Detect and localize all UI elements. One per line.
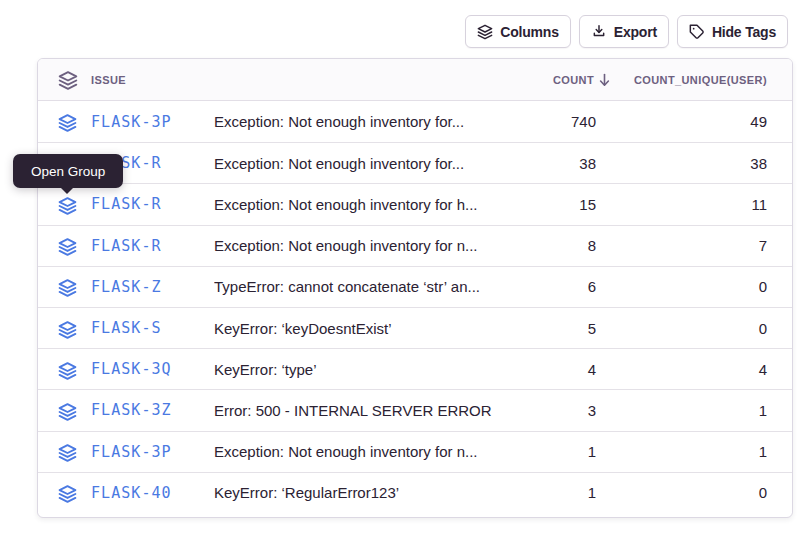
count-value: 6 [496, 278, 596, 295]
issue-message: Exception: Not enough inventory for... [214, 113, 496, 130]
count-unique-value: 1 [596, 402, 792, 419]
issue-message: Exception: Not enough inventory for n... [214, 237, 496, 254]
count-value: 1 [496, 484, 596, 501]
count-value: 15 [496, 196, 596, 213]
count-value: 4 [496, 361, 596, 378]
count-unique-value: 0 [596, 484, 792, 501]
column-header-count-unique[interactable]: COUNT_UNIQUE(USER) [596, 74, 792, 86]
issue-message: Exception: Not enough inventory for n... [214, 443, 496, 460]
toolbar: Columns Export Hide Tags [465, 15, 788, 48]
issue-link[interactable]: FLASK-S [91, 319, 162, 337]
tooltip-arrow [61, 188, 73, 194]
table-row: FLASK-S KeyError: ‘keyDoesntExist’ 5 0 [38, 307, 792, 348]
count-value: 38 [496, 155, 596, 172]
stack-icon [58, 279, 77, 298]
hide-tags-button[interactable]: Hide Tags [677, 15, 788, 48]
issue-message: Exception: Not enough inventory for... [214, 155, 496, 172]
tag-icon [689, 24, 705, 40]
open-group-button[interactable] [58, 319, 77, 338]
export-button[interactable]: Export [579, 15, 669, 48]
table-body: FLASK-3P Exception: Not enough inventory… [38, 101, 792, 513]
count-header-label: COUNT [553, 74, 594, 86]
issue-link[interactable]: FLASK-R [91, 237, 162, 255]
count-unique-value: 38 [596, 155, 792, 172]
table-row: FLASK-R Exception: Not enough inventory … [38, 142, 792, 183]
issue-message: Error: 500 - INTERNAL SERVER ERROR [214, 402, 496, 419]
stack-icon [58, 70, 78, 90]
open-group-button[interactable] [58, 483, 77, 502]
issues-table: ISSUE COUNT COUNT_UNIQUE(USER) [37, 58, 793, 518]
table-row: FLASK-3P Exception: Not enough inventory… [38, 431, 792, 472]
column-header-issue[interactable]: ISSUE [91, 74, 214, 86]
table-row: FLASK-R Exception: Not enough inventory … [38, 183, 792, 224]
open-group-button[interactable] [58, 112, 77, 131]
open-group-button[interactable] [58, 442, 77, 461]
open-group-button[interactable] [58, 195, 77, 214]
issue-message: Exception: Not enough inventory for h... [214, 196, 496, 213]
stack-icon [58, 402, 77, 421]
column-header-count[interactable]: COUNT [496, 73, 596, 87]
count-value: 1 [496, 443, 596, 460]
page: Columns Export Hide Tags [0, 0, 807, 538]
download-icon [591, 24, 607, 40]
table-row: FLASK-Z TypeError: cannot concatenate ‘s… [38, 266, 792, 307]
issue-link[interactable]: FLASK-40 [91, 484, 172, 502]
count-unique-value: 11 [596, 196, 792, 213]
stack-icon [58, 320, 77, 339]
table-row: FLASK-3Z Error: 500 - INTERNAL SERVER ER… [38, 389, 792, 430]
issue-link[interactable]: FLASK-3Z [91, 401, 172, 419]
issue-link[interactable]: FLASK-3P [91, 113, 172, 131]
count-unique-value: 0 [596, 278, 792, 295]
open-group-tooltip: Open Group [13, 154, 123, 188]
stack-icon [58, 485, 77, 504]
stack-icon [58, 238, 77, 257]
issue-link[interactable]: FLASK-3P [91, 443, 172, 461]
issue-link[interactable]: FLASK-Z [91, 278, 162, 296]
issue-message: KeyError: ‘type’ [214, 361, 496, 378]
tooltip-label: Open Group [31, 164, 105, 179]
count-unique-value: 1 [596, 443, 792, 460]
hide-tags-button-label: Hide Tags [712, 24, 776, 40]
count-value: 5 [496, 320, 596, 337]
columns-button[interactable]: Columns [465, 15, 571, 48]
table-row: FLASK-40 KeyError: ‘RegularError123’ 1 0 [38, 472, 792, 513]
header-icon-cell [38, 70, 91, 90]
export-button-label: Export [614, 24, 657, 40]
issue-link[interactable]: FLASK-3Q [91, 360, 172, 378]
issue-message: KeyError: ‘keyDoesntExist’ [214, 320, 496, 337]
stack-icon [58, 361, 77, 380]
count-value: 3 [496, 402, 596, 419]
count-value: 8 [496, 237, 596, 254]
open-group-button[interactable] [58, 277, 77, 296]
issue-message: KeyError: ‘RegularError123’ [214, 484, 496, 501]
columns-button-label: Columns [500, 24, 559, 40]
count-unique-value: 49 [596, 113, 792, 130]
stack-icon [58, 114, 77, 133]
count-value: 740 [496, 113, 596, 130]
open-group-button[interactable] [58, 360, 77, 379]
count-unique-value: 4 [596, 361, 792, 378]
stack-icon [58, 444, 77, 463]
open-group-button[interactable] [58, 401, 77, 420]
stack-icon [58, 196, 77, 215]
table-row: FLASK-3Q KeyError: ‘type’ 4 4 [38, 348, 792, 389]
issue-message: TypeError: cannot concatenate ‘str’ an..… [214, 278, 496, 295]
layers-icon [477, 24, 493, 40]
open-group-button[interactable] [58, 236, 77, 255]
count-unique-value: 0 [596, 320, 792, 337]
table-header-row: ISSUE COUNT COUNT_UNIQUE(USER) [38, 59, 792, 101]
issue-link[interactable]: FLASK-R [91, 195, 162, 213]
table-row: FLASK-3P Exception: Not enough inventory… [38, 101, 792, 142]
count-unique-value: 7 [596, 237, 792, 254]
table-row: FLASK-R Exception: Not enough inventory … [38, 225, 792, 266]
